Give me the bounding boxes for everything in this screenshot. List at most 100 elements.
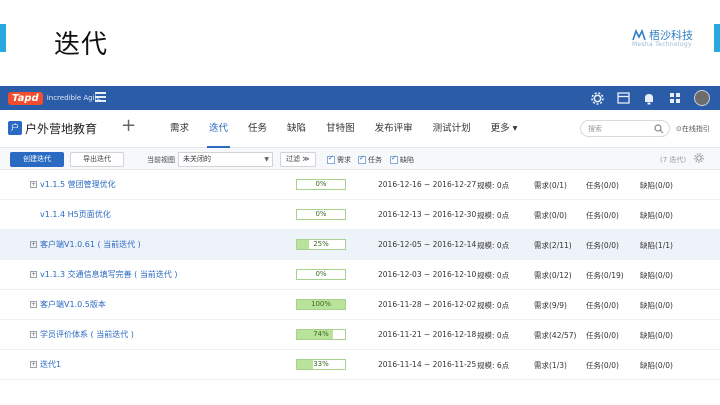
progress-text: 74% bbox=[313, 330, 329, 338]
tab-1[interactable]: 迭代 bbox=[199, 110, 238, 148]
task-count[interactable]: 任务(0/0) bbox=[586, 360, 619, 371]
tab-3[interactable]: 缺陷 bbox=[277, 110, 316, 148]
tab-6[interactable]: 测试计划 bbox=[423, 110, 481, 148]
user-avatar[interactable] bbox=[694, 90, 710, 106]
checkbox-label: 任务 bbox=[368, 156, 382, 164]
project-name[interactable]: 户外营地教育 bbox=[25, 120, 97, 137]
requirement-count[interactable]: 需求(0/1) bbox=[534, 180, 567, 191]
brand-mark-icon bbox=[632, 29, 646, 41]
progress-bar: 25% bbox=[296, 239, 346, 250]
iteration-row[interactable]: + 学员评价体系 ( 当前迭代 ) 74% 2016-11-21 ~ 2016-12-… bbox=[0, 320, 720, 350]
progress-text: 33% bbox=[313, 360, 329, 368]
search-input[interactable]: 搜索 bbox=[580, 120, 670, 137]
bell-icon[interactable] bbox=[642, 91, 656, 105]
view-select[interactable]: 未关闭的 ▼ bbox=[178, 152, 273, 167]
top-navigation-bar: Tapd Incredible Agile bbox=[0, 86, 720, 110]
create-iteration-button[interactable]: 创建迭代 bbox=[10, 152, 64, 167]
project-bar: 户 户外营地教育 + 需求 迭代 任务 缺陷 甘特图 发布评审 测试计划 更多 ▾ 搜索 ⊙在… bbox=[0, 110, 720, 148]
iteration-name-link[interactable]: v1.1.3 交通信息填写完善 ( 当前迭代 ) bbox=[40, 269, 178, 280]
iteration-row[interactable]: + 迭代1 33% 2016-11-14 ~ 2016-11-25 规模: 6点 需求(1… bbox=[0, 350, 720, 380]
iteration-count: (7 迭代) bbox=[660, 156, 687, 164]
iteration-name-link[interactable]: v1.1.4 H5页面优化 bbox=[40, 209, 111, 220]
requirement-count[interactable]: 需求(1/3) bbox=[534, 360, 567, 371]
requirement-count[interactable]: 需求(2/11) bbox=[534, 240, 572, 251]
iteration-scale: 规模: 0点 bbox=[477, 301, 510, 310]
progress-text: 0% bbox=[315, 270, 327, 278]
logo-tagline: Incredible Agile bbox=[46, 94, 101, 102]
expand-icon[interactable]: + bbox=[30, 241, 37, 248]
requirement-count[interactable]: 需求(42/57) bbox=[534, 330, 576, 341]
project-tabs: 需求 迭代 任务 缺陷 甘特图 发布评审 测试计划 更多 ▾ bbox=[160, 110, 527, 148]
task-count[interactable]: 任务(0/0) bbox=[586, 240, 619, 251]
bug-count[interactable]: 缺陷(0/0) bbox=[640, 300, 673, 311]
settings-icon[interactable] bbox=[694, 153, 704, 163]
requirement-count[interactable]: 需求(0/12) bbox=[534, 270, 572, 281]
task-count[interactable]: 任务(0/19) bbox=[586, 270, 624, 281]
top-icon-group bbox=[590, 89, 710, 107]
task-count[interactable]: 任务(0/0) bbox=[586, 330, 619, 341]
search-icon[interactable] bbox=[654, 124, 664, 134]
progress-bar: 33% bbox=[296, 359, 346, 370]
iteration-row[interactable]: + v1.1.5 营团管理优化 0% 2016-12-16 ~ 2016-12-27 规… bbox=[0, 170, 720, 200]
bug-count[interactable]: 缺陷(0/0) bbox=[640, 210, 673, 221]
bug-count[interactable]: 缺陷(0/0) bbox=[640, 270, 673, 281]
iteration-scale: 规模: 0点 bbox=[477, 211, 510, 220]
iteration-name-link[interactable]: 客户端V1.0.61 ( 当前迭代 ) bbox=[40, 239, 141, 250]
menu-icon[interactable] bbox=[95, 92, 106, 102]
brand-logo: 梧沙科技 Mesha Technology bbox=[632, 27, 712, 51]
iteration-row[interactable]: + 客户端V1.0.61 ( 当前迭代 ) 25% 2016-12-05 ~ 2016… bbox=[0, 230, 720, 260]
progress-text: 100% bbox=[310, 300, 331, 308]
iteration-name-link[interactable]: v1.1.5 营团管理优化 bbox=[40, 179, 116, 190]
bug-count[interactable]: 缺陷(0/0) bbox=[640, 330, 673, 341]
task-count[interactable]: 任务(0/0) bbox=[586, 210, 619, 221]
progress-bar: 0% bbox=[296, 179, 346, 190]
iteration-dates: 2016-11-14 ~ 2016-11-25 bbox=[378, 360, 477, 369]
expand-icon[interactable]: + bbox=[30, 181, 37, 188]
tab-0[interactable]: 需求 bbox=[160, 110, 199, 148]
iteration-name-link[interactable]: 客户端V1.0.5版本 bbox=[40, 299, 106, 310]
export-iteration-button[interactable]: 导出迭代 bbox=[70, 152, 124, 167]
bug-count[interactable]: 缺陷(0/0) bbox=[640, 360, 673, 371]
task-count[interactable]: 任务(0/0) bbox=[586, 300, 619, 311]
iteration-row[interactable]: + 客户端V1.0.5版本 100% 2016-11-28 ~ 2016-12-02 规… bbox=[0, 290, 720, 320]
iteration-scale: 规模: 0点 bbox=[477, 271, 510, 280]
checkbox-bugs[interactable]: 缺陷 bbox=[390, 154, 414, 165]
requirement-count[interactable]: 需求(9/9) bbox=[534, 300, 567, 311]
chevron-down-icon: ▼ bbox=[264, 156, 269, 163]
slide-accent-bar-left bbox=[0, 24, 6, 52]
iteration-scale: 规模: 0点 bbox=[477, 241, 510, 250]
requirement-count[interactable]: 需求(0/0) bbox=[534, 210, 567, 221]
project-icon: 户 bbox=[8, 121, 22, 135]
tapd-logo[interactable]: Tapd Incredible Agile bbox=[8, 90, 101, 106]
iteration-scale: 规模: 0点 bbox=[477, 331, 510, 340]
checkbox-requirements[interactable]: 需求 bbox=[327, 154, 351, 165]
tab-7[interactable]: 更多 ▾ bbox=[481, 110, 528, 148]
add-icon[interactable]: + bbox=[121, 116, 136, 136]
iteration-row[interactable]: v1.1.4 H5页面优化 0% 2016-12-13 ~ 2016-12-30 规模… bbox=[0, 200, 720, 230]
task-count[interactable]: 任务(0/0) bbox=[586, 180, 619, 191]
expand-icon[interactable]: + bbox=[30, 361, 37, 368]
online-guide-link[interactable]: ⊙在线指引 bbox=[676, 124, 710, 134]
apps-grid-icon[interactable] bbox=[668, 91, 682, 105]
filter-button[interactable]: 过滤 ≫ bbox=[280, 152, 316, 167]
expand-icon[interactable]: + bbox=[30, 331, 37, 338]
gear-icon[interactable] bbox=[590, 91, 604, 105]
iteration-row[interactable]: + v1.1.3 交通信息填写完善 ( 当前迭代 ) 0% 2016-12-03 ~ … bbox=[0, 260, 720, 290]
logo-badge: Tapd bbox=[8, 91, 43, 105]
iteration-name-link[interactable]: 迭代1 bbox=[40, 359, 61, 370]
tab-5[interactable]: 发布评审 bbox=[365, 110, 423, 148]
tab-2[interactable]: 任务 bbox=[238, 110, 277, 148]
expand-icon[interactable]: + bbox=[30, 301, 37, 308]
bug-count[interactable]: 缺陷(0/0) bbox=[640, 180, 673, 191]
progress-bar: 0% bbox=[296, 209, 346, 220]
checkbox-tasks[interactable]: 任务 bbox=[358, 154, 382, 165]
slide-header: 迭代 梧沙科技 Mesha Technology bbox=[0, 0, 720, 84]
iteration-dates: 2016-11-21 ~ 2016-12-18 bbox=[378, 330, 477, 339]
expand-icon[interactable]: + bbox=[30, 271, 37, 278]
iteration-name-link[interactable]: 学员评价体系 ( 当前迭代 ) bbox=[40, 329, 134, 340]
tab-4[interactable]: 甘特图 bbox=[316, 110, 365, 148]
progress-bar: 0% bbox=[296, 269, 346, 280]
iteration-toolbar: 创建迭代 导出迭代 当前视图 未关闭的 ▼ 过滤 ≫ 需求 任务 缺陷 (7 迭… bbox=[0, 148, 720, 170]
bug-count[interactable]: 缺陷(1/1) bbox=[640, 240, 673, 251]
inbox-icon[interactable] bbox=[616, 91, 630, 105]
